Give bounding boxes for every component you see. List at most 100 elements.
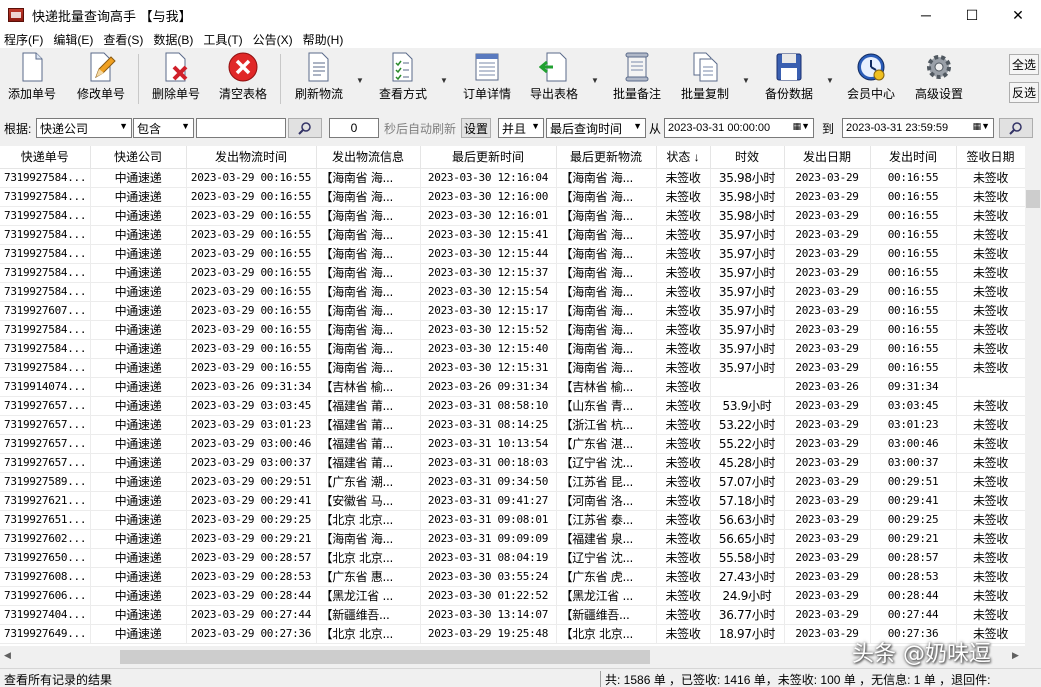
table-cell: 2023-03-31 10:13:54	[420, 434, 557, 454]
clear-table-button[interactable]: 清空表格	[214, 50, 272, 108]
set-button[interactable]: 设置	[461, 118, 491, 138]
tracking-table[interactable]: 快递单号 快递公司 发出物流时间 发出物流信息 最后更新时间 最后更新物流 状态…	[0, 146, 1025, 646]
filter-field-select[interactable]: 快递公司 ▼	[36, 118, 132, 138]
refresh-logistics-button[interactable]: 刷新物流	[290, 50, 348, 108]
table-cell: 35.97小时	[710, 320, 785, 340]
minimize-button[interactable]: ─	[903, 0, 949, 30]
scroll-right-icon[interactable]: ▶	[1012, 650, 1019, 661]
menu-announcement[interactable]: 公告(X)	[253, 31, 293, 48]
table-row[interactable]: 7319927608... 中通速递 2023-03-29 00:28:53 【广东省…	[0, 567, 1025, 587]
column-header[interactable]: 最后更新时间	[420, 146, 557, 169]
menu-edit[interactable]: 编辑(E)	[53, 31, 93, 48]
table-row[interactable]: 7319927404... 中通速递 2023-03-29 00:27:44 【新疆维…	[0, 605, 1025, 625]
table-row[interactable]: 7319927584... 中通速递 2023-03-29 00:16:55 【海南省…	[0, 206, 1025, 226]
table-row[interactable]: 7319927606... 中通速递 2023-03-29 00:28:44 【黑龙江…	[0, 586, 1025, 606]
table-row[interactable]: 7319927584... 中通速递 2023-03-29 00:16:55 【海南省…	[0, 358, 1025, 378]
refresh-dropdown-icon[interactable]: ▼	[356, 76, 364, 85]
table-row[interactable]: 7319927602... 中通速递 2023-03-29 00:29:21 【海南省…	[0, 529, 1025, 549]
order-detail-button[interactable]: 订单详情	[458, 50, 516, 108]
table-row[interactable]: 7319927589... 中通速递 2023-03-29 00:29:51 【广东省…	[0, 472, 1025, 492]
table-row[interactable]: 7319927584... 中通速递 2023-03-29 00:16:55 【海南省…	[0, 225, 1025, 245]
table-row[interactable]: 7319927607... 中通速递 2023-03-29 00:16:55 【海南省…	[0, 301, 1025, 321]
table-row[interactable]: 7319927584... 中通速递 2023-03-29 00:16:55 【海南省…	[0, 263, 1025, 283]
floppy-disk-icon	[776, 53, 802, 81]
table-cell: 【海南省 海...	[556, 282, 657, 302]
copy-dropdown-icon[interactable]: ▼	[742, 76, 750, 85]
column-header-status[interactable]: 状态 ↓	[656, 146, 711, 169]
advanced-settings-button[interactable]: 高级设置	[908, 50, 970, 108]
table-cell: 未签收	[956, 605, 1025, 625]
table-cell: 【海南省 海...	[316, 358, 421, 378]
backup-data-button[interactable]: 备份数据	[760, 50, 818, 108]
horizontal-scroll-thumb[interactable]	[120, 650, 650, 664]
table-cell: 35.98小时	[710, 168, 785, 188]
add-number-button[interactable]: 添加单号	[4, 50, 60, 108]
table-row[interactable]: 7319927657... 中通速递 2023-03-29 03:00:37 【福建省…	[0, 453, 1025, 473]
date-search-button[interactable]	[999, 118, 1033, 138]
table-row[interactable]: 7319927584... 中通速递 2023-03-29 00:16:55 【海南省…	[0, 244, 1025, 264]
table-cell: 00:16:55	[870, 358, 957, 378]
member-center-button[interactable]: 会员中心	[842, 50, 900, 108]
vertical-scroll-thumb[interactable]	[1026, 190, 1040, 208]
view-mode-button[interactable]: 查看方式	[374, 50, 432, 108]
select-all-button[interactable]: 全选	[1009, 54, 1039, 75]
column-header[interactable]: 最后更新物流	[556, 146, 657, 169]
view-dropdown-icon[interactable]: ▼	[440, 76, 448, 85]
menu-program[interactable]: 程序(F)	[4, 31, 43, 48]
table-cell: 【黑龙江省 ...	[556, 586, 657, 606]
menu-data[interactable]: 数据(B)	[153, 31, 193, 48]
refresh-seconds-input[interactable]: 0	[329, 118, 379, 138]
table-row[interactable]: 7319927584... 中通速递 2023-03-29 00:16:55 【海南省…	[0, 187, 1025, 207]
table-cell: 【海南省 海...	[316, 244, 421, 264]
table-row[interactable]: 7319927584... 中通速递 2023-03-29 00:16:55 【海南省…	[0, 339, 1025, 359]
invert-selection-button[interactable]: 反选	[1009, 82, 1039, 103]
scroll-left-icon[interactable]: ◀	[4, 650, 11, 661]
column-header[interactable]: 快递单号	[0, 146, 91, 169]
column-header[interactable]: 签收日期	[956, 146, 1025, 169]
app-logo-icon	[8, 8, 24, 22]
column-header[interactable]: 快递公司	[90, 146, 187, 169]
close-button[interactable]: ✕	[995, 0, 1041, 30]
column-header[interactable]: 发出物流信息	[316, 146, 421, 169]
logic-select[interactable]: 并且 ▼	[498, 118, 544, 138]
column-header[interactable]: 发出日期	[784, 146, 871, 169]
table-row[interactable]: 7319914074... 中通速递 2023-03-26 09:31:34 【吉林省…	[0, 377, 1025, 397]
table-cell: 中通速递	[90, 453, 187, 473]
column-header[interactable]: 时效	[710, 146, 785, 169]
table-cell: 56.65小时	[710, 529, 785, 549]
keyword-input[interactable]	[196, 118, 286, 138]
delete-number-button[interactable]: 删除单号	[148, 50, 204, 108]
table-cell: 未签收	[956, 510, 1025, 530]
batch-note-button[interactable]: 批量备注	[608, 50, 666, 108]
table-row[interactable]: 7319927621... 中通速递 2023-03-29 00:29:41 【安徽省…	[0, 491, 1025, 511]
to-date-picker[interactable]: 2023-03-31 23:59:59 ▦▼	[842, 118, 994, 138]
export-dropdown-icon[interactable]: ▼	[591, 76, 599, 85]
time-field-select[interactable]: 最后查询时间 ▼	[546, 118, 646, 138]
table-cell: 53.9小时	[710, 396, 785, 416]
table-row[interactable]: 7319927657... 中通速递 2023-03-29 03:03:45 【福建省…	[0, 396, 1025, 416]
column-header[interactable]: 发出物流时间	[186, 146, 317, 169]
table-cell: 7319927608...	[0, 567, 91, 587]
column-header[interactable]: 发出时间	[870, 146, 957, 169]
table-row[interactable]: 7319927584... 中通速递 2023-03-29 00:16:55 【海南省…	[0, 282, 1025, 302]
backup-dropdown-icon[interactable]: ▼	[826, 76, 834, 85]
menu-help[interactable]: 帮助(H)	[303, 31, 344, 48]
table-row[interactable]: 7319927657... 中通速递 2023-03-29 03:00:46 【福建省…	[0, 434, 1025, 454]
table-row[interactable]: 7319927651... 中通速递 2023-03-29 00:29:25 【北京 …	[0, 510, 1025, 530]
menu-tools[interactable]: 工具(T)	[203, 31, 242, 48]
table-cell: 【海南省 海...	[316, 168, 421, 188]
table-row[interactable]: 7319927584... 中通速递 2023-03-29 00:16:55 【海南省…	[0, 320, 1025, 340]
filter-operator-select[interactable]: 包含 ▼	[133, 118, 194, 138]
menu-view[interactable]: 查看(S)	[103, 31, 143, 48]
search-button[interactable]	[288, 118, 322, 138]
vertical-scrollbar[interactable]	[1025, 146, 1041, 646]
export-table-button[interactable]: 导出表格	[526, 50, 582, 108]
table-row[interactable]: 7319927657... 中通速递 2023-03-29 03:01:23 【福建省…	[0, 415, 1025, 435]
table-row[interactable]: 7319927584... 中通速递 2023-03-29 00:16:55 【海南省…	[0, 168, 1025, 188]
table-cell: 【海南省 海...	[556, 339, 657, 359]
from-date-picker[interactable]: 2023-03-31 00:00:00 ▦▼	[664, 118, 814, 138]
batch-copy-button[interactable]: 批量复制	[676, 50, 734, 108]
modify-number-button[interactable]: 修改单号	[72, 50, 130, 108]
maximize-button[interactable]: ☐	[949, 0, 995, 30]
table-row[interactable]: 7319927650... 中通速递 2023-03-29 00:28:57 【北京 …	[0, 548, 1025, 568]
